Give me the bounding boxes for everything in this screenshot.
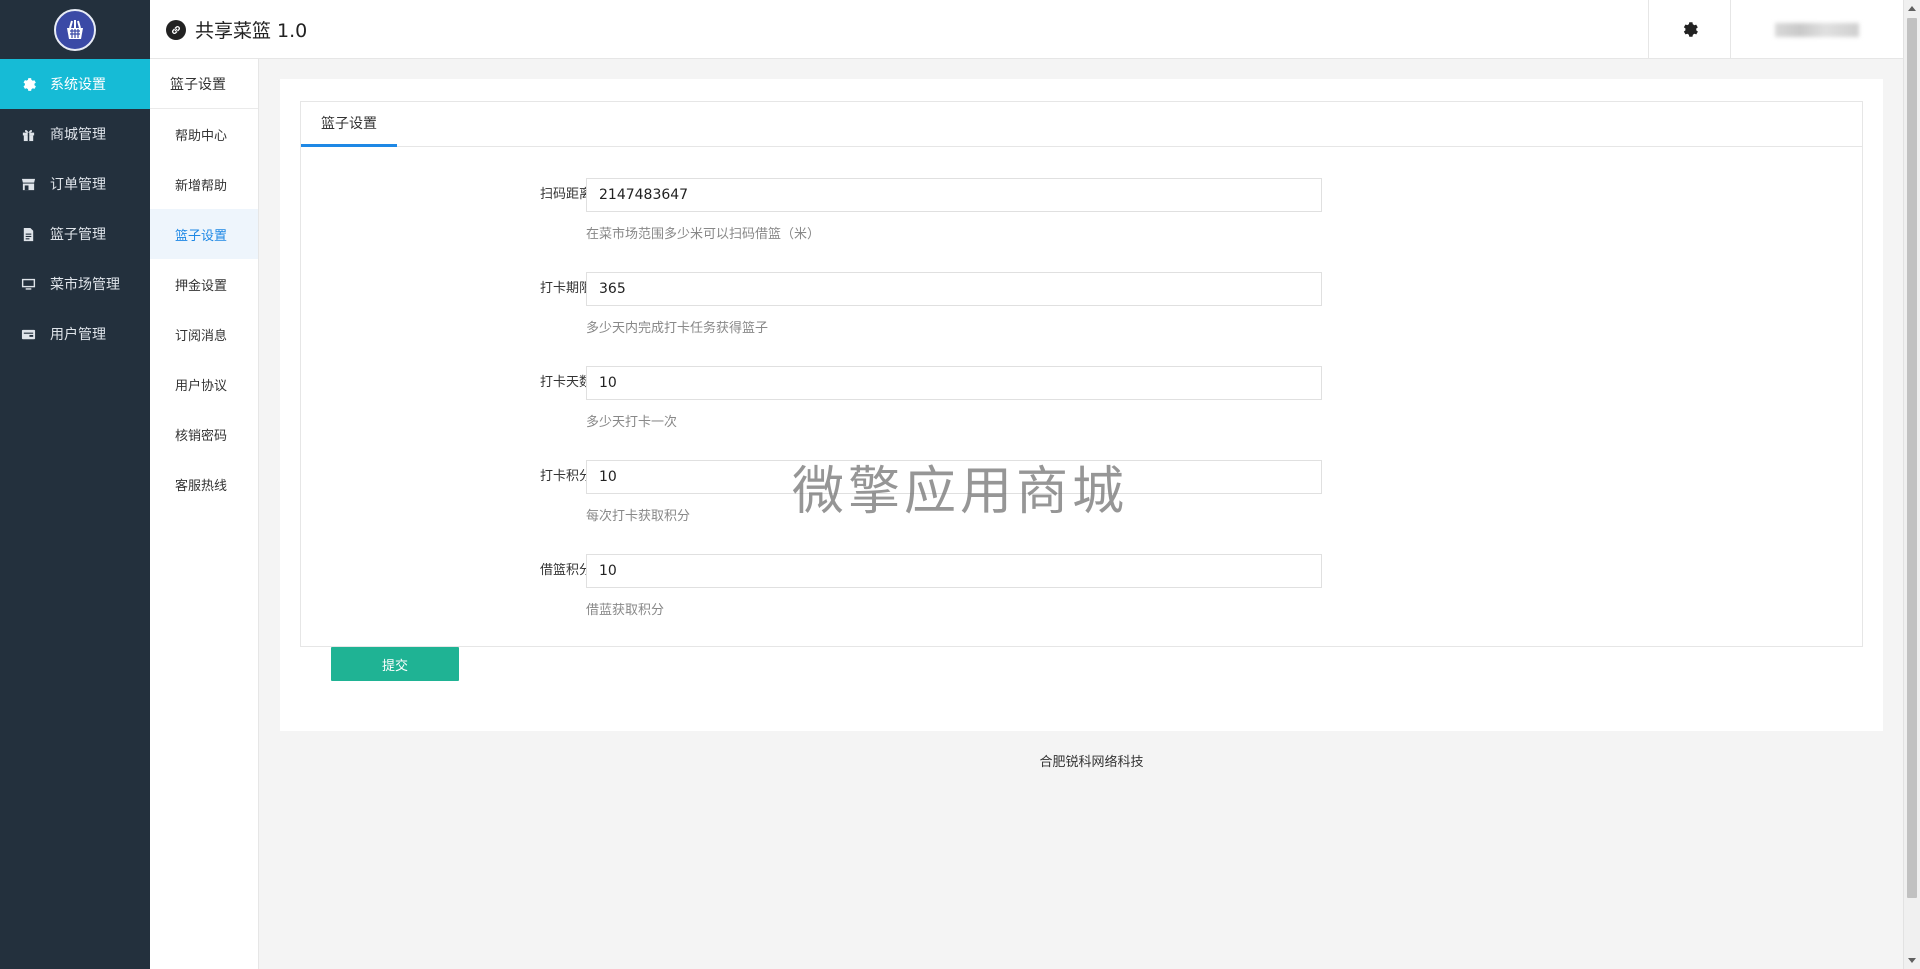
main-sidebar: 系统设置 商城管理 订单管理 篮子管理 菜市场管理 用户管理: [0, 0, 150, 969]
gear-icon: [1683, 22, 1698, 37]
sidebar-item-user-management[interactable]: 用户管理: [0, 309, 150, 359]
field-label: 借篮积分: [539, 563, 592, 578]
footer-text: 合肥锐科网络科技: [1039, 755, 1144, 770]
sidebar-item-basket-management[interactable]: 篮子管理: [0, 209, 150, 259]
sidebar-item-label: 用户管理: [50, 327, 106, 343]
app-title-text: 共享菜篮 1.0: [195, 20, 308, 42]
subnav-item-deposit-settings[interactable]: 押金设置: [150, 259, 258, 309]
field-label: 扫码距离: [539, 187, 592, 202]
checkin-points-input[interactable]: [586, 460, 1322, 494]
subnav-item-subscription-messages[interactable]: 订阅消息: [150, 309, 258, 359]
scan-distance-input[interactable]: [586, 178, 1322, 212]
field-hint: 在菜市场范围多少米可以扫码借篮（米）: [586, 227, 821, 242]
sidebar-item-label: 篮子管理: [50, 227, 106, 243]
settings-panel: 篮子设置 扫码距离 在菜市场范围多少米可以扫码借篮（米） 打卡期限 多少天内完成…: [300, 101, 1863, 647]
field-label: 打卡天数: [539, 375, 592, 390]
store-icon: [20, 176, 36, 192]
sidebar-item-mall-management[interactable]: 商城管理: [0, 109, 150, 159]
wallet-icon: [20, 326, 36, 342]
tab-basket-settings[interactable]: 篮子设置: [301, 102, 397, 147]
top-header: 共享菜篮 1.0: [150, 0, 1903, 59]
scroll-down-arrow-icon[interactable]: [1908, 958, 1916, 963]
basket-logo-icon[interactable]: [54, 8, 96, 51]
sidebar-item-order-management[interactable]: 订单管理: [0, 159, 150, 209]
field-label: 打卡积分: [539, 469, 592, 484]
borrow-points-input[interactable]: [586, 554, 1322, 588]
field-hint: 借蓝获取积分: [586, 603, 665, 618]
checkin-days-input[interactable]: [586, 366, 1322, 400]
sidebar-item-label: 订单管理: [50, 177, 106, 193]
sub-sidebar: 篮子设置 帮助中心 新增帮助 篮子设置 押金设置 订阅消息 用户协议 核销密码 …: [150, 59, 259, 969]
subnav-item-basket-settings[interactable]: 篮子设置: [150, 209, 258, 259]
user-menu[interactable]: [1730, 0, 1903, 59]
sidebar-item-label: 菜市场管理: [50, 277, 120, 293]
submit-button[interactable]: 提交: [331, 647, 459, 681]
page-scrollbar[interactable]: [1903, 0, 1920, 969]
blurred-username: [1775, 22, 1859, 37]
logo-area[interactable]: [0, 0, 150, 59]
tab-bar: 篮子设置: [301, 102, 1862, 147]
subnav-item-redeem-password[interactable]: 核销密码: [150, 409, 258, 459]
gift-icon: [20, 126, 36, 142]
subnav-item-user-agreement[interactable]: 用户协议: [150, 359, 258, 409]
field-hint: 多少天内完成打卡任务获得篮子: [586, 321, 769, 336]
subnav-item-help-center[interactable]: 帮助中心: [150, 109, 258, 159]
field-hint: 多少天打卡一次: [586, 415, 678, 430]
gear-icon: [20, 76, 36, 92]
link-icon: [166, 19, 186, 40]
field-hint: 每次打卡获取积分: [586, 509, 691, 524]
subnav-item-add-help[interactable]: 新增帮助: [150, 159, 258, 209]
settings-button[interactable]: [1648, 0, 1730, 59]
sidebar-item-market-management[interactable]: 菜市场管理: [0, 259, 150, 309]
document-icon: [20, 226, 36, 242]
subnav-item-service-hotline[interactable]: 客服热线: [150, 459, 258, 509]
sidebar-item-label: 商城管理: [50, 127, 106, 143]
field-label: 打卡期限: [539, 281, 592, 296]
sidebar-item-label: 系统设置: [50, 77, 106, 93]
checkin-period-input[interactable]: [586, 272, 1322, 306]
scrollbar-thumb[interactable]: [1907, 18, 1917, 898]
scroll-up-arrow-icon[interactable]: [1908, 6, 1916, 11]
monitor-icon: [20, 276, 36, 292]
subnav-title: 篮子设置: [150, 59, 258, 109]
app-title: 共享菜篮 1.0: [166, 0, 307, 59]
sidebar-item-system-settings[interactable]: 系统设置: [0, 59, 150, 109]
content-card: 篮子设置 扫码距离 在菜市场范围多少米可以扫码借篮（米） 打卡期限 多少天内完成…: [280, 79, 1883, 731]
